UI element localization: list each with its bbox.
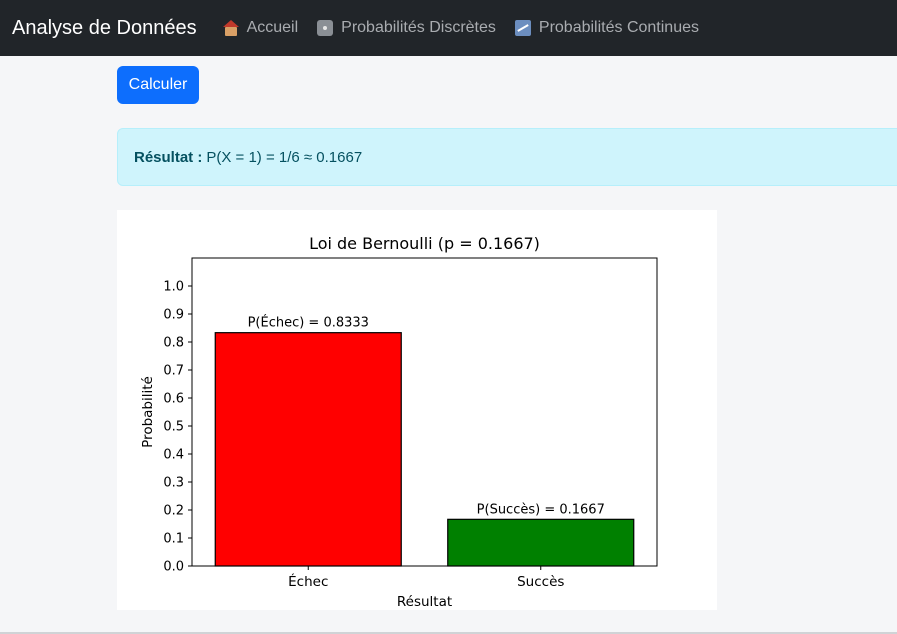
nav-link-accueil[interactable]: Accueil [222,19,299,37]
bernoulli-chart: Loi de Bernoulli (p = 0.1667) 0.0 0.1 0.2 0.… [140,234,658,610]
calculate-button[interactable]: Calculer [117,66,199,104]
y-tick-label: 0.0 [163,560,184,575]
y-tick-label: 0.7 [163,364,184,379]
result-text: P(X = 1) = 1/6 ≈ 0.1667 [206,148,363,166]
x-tick-label: Succès [517,574,564,590]
y-tick-label: 0.9 [163,308,184,323]
navbar: Analyse de Données Accueil Probabilités … [0,0,897,56]
nav-link-probabilites-discretes[interactable]: Probabilités Discrètes [317,19,496,37]
house-icon [222,20,239,36]
brand-title[interactable]: Analyse de Données [12,17,197,40]
y-tick-label: 0.2 [163,504,184,519]
y-tick-label: 1.0 [163,280,184,295]
bar-value-label: P(Succès) = 0.1667 [477,502,605,517]
x-tick-label: Échec [288,573,328,590]
y-tick-label: 0.6 [163,392,184,407]
x-axis-label: Résultat [397,594,452,610]
y-tick-label: 0.3 [163,476,184,491]
chart-card: Loi de Bernoulli (p = 0.1667) 0.0 0.1 0.2 0.… [117,210,717,610]
nav-link-label: Probabilités Continues [538,19,699,36]
result-label: Résultat : [134,148,203,166]
chart-icon [514,20,531,36]
y-tick-label: 0.1 [163,532,184,547]
nav-link-probabilites-continues[interactable]: Probabilités Continues [514,19,699,37]
nav-link-label: Accueil [246,19,299,36]
result-alert: Résultat : P(X = 1) = 1/6 ≈ 0.1667 [117,128,897,186]
chart-title: Loi de Bernoulli (p = 0.1667) [309,234,540,253]
y-tick-label: 0.8 [163,336,184,351]
bar-value-label: P(Échec) = 0.8333 [248,315,369,331]
y-tick-label: 0.4 [163,448,184,463]
bar [447,518,635,567]
y-tick-label: 0.5 [163,420,184,435]
nav-link-label: Probabilités Discrètes [341,19,496,36]
bar [214,332,402,567]
y-axis-label: Probabilité [140,376,156,448]
dice-icon [317,20,334,36]
